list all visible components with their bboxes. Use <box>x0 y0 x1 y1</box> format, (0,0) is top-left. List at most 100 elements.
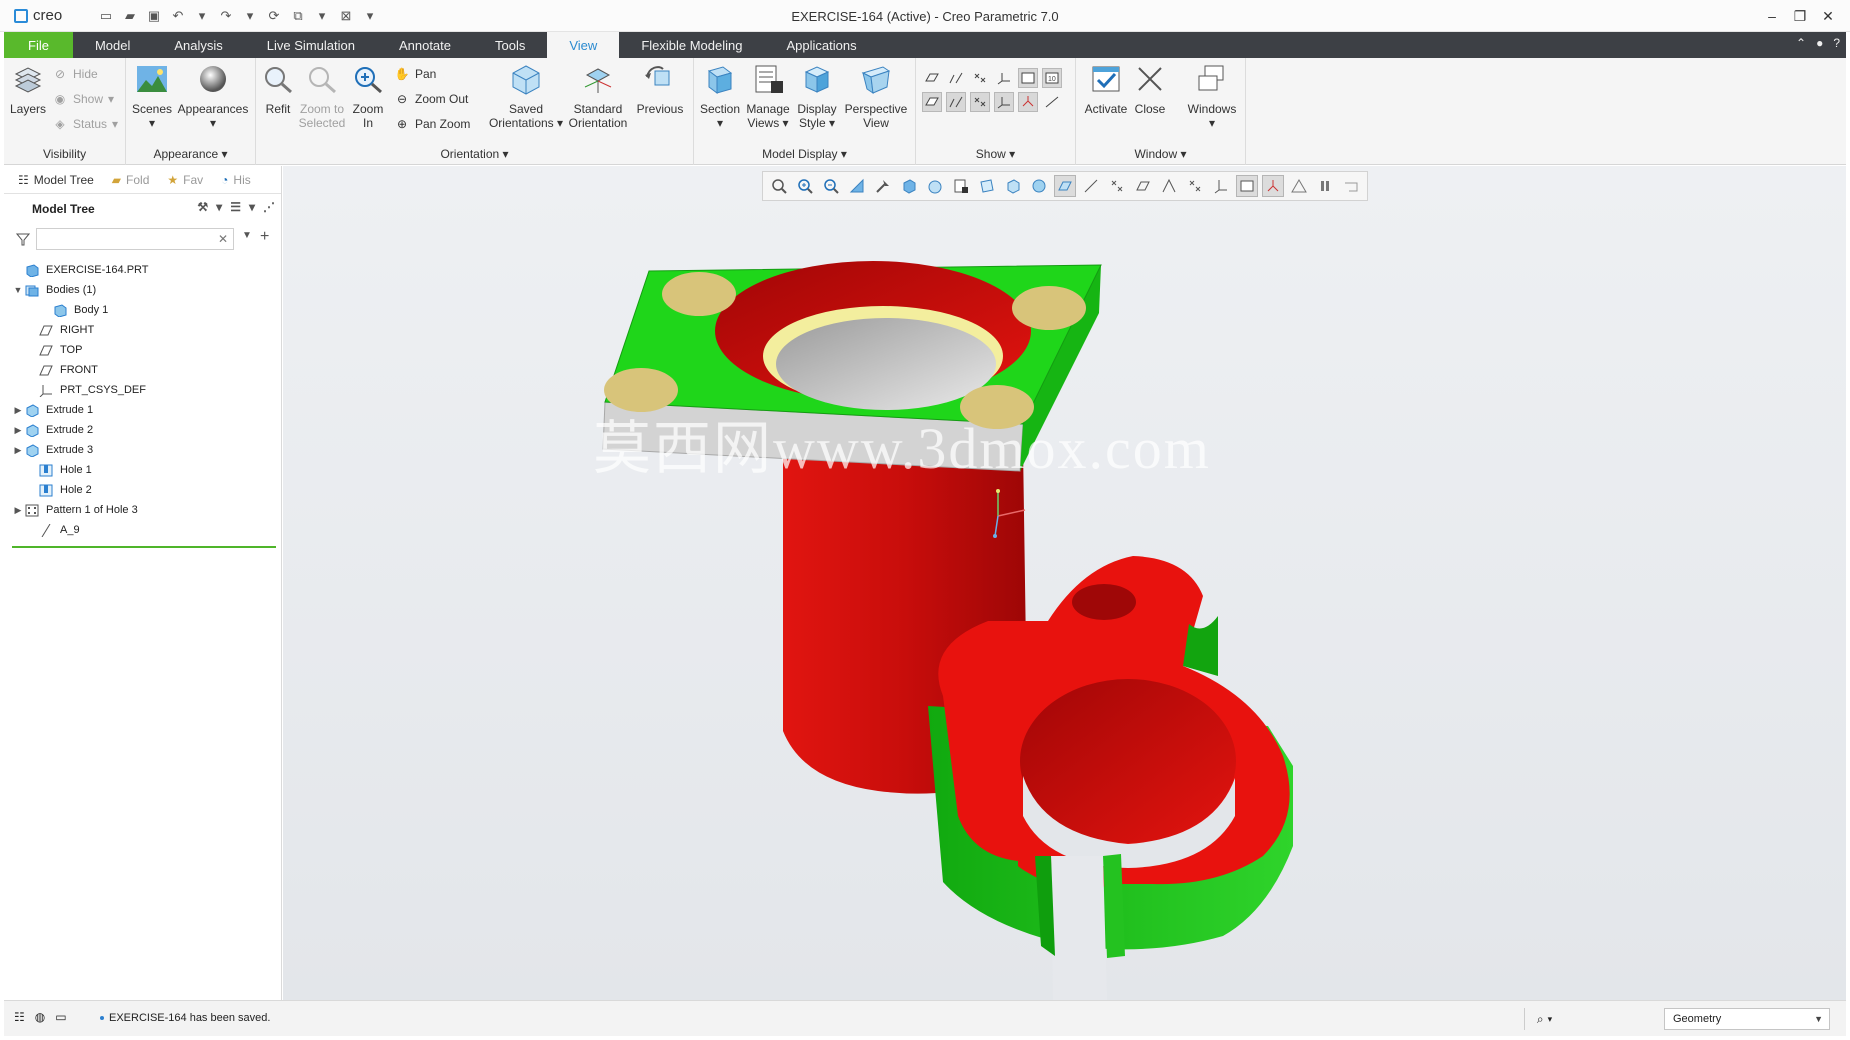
show-options-icon[interactable]: ☰ <box>230 200 241 214</box>
minimize-icon[interactable]: – <box>1758 4 1786 28</box>
expand-arrow-icon[interactable]: ▶ <box>12 505 24 516</box>
csys-display-icon[interactable] <box>994 68 1014 88</box>
tab-tools[interactable]: Tools <box>473 32 547 58</box>
selection-filter-dropdown[interactable]: Geometry ▼ <box>1664 1008 1830 1030</box>
settings-dropdown-icon[interactable]: ▾ <box>216 200 222 214</box>
plane-tag-icon[interactable] <box>922 92 942 112</box>
tree-item[interactable]: Hole 2 <box>4 480 281 500</box>
tab-applications[interactable]: Applications <box>764 32 878 58</box>
tree-item[interactable]: ▼ Bodies (1) <box>4 280 281 300</box>
refit-button[interactable]: Refit <box>260 62 296 116</box>
pan-zoom-icon: ⊕ <box>396 117 408 131</box>
toggle-browser-icon[interactable]: ◍ <box>35 1010 45 1024</box>
previous-button[interactable]: Previous <box>632 62 688 116</box>
standard-orientation-button[interactable]: Standard Orientation <box>566 62 630 130</box>
point-display-icon[interactable] <box>970 68 990 88</box>
scenes-button[interactable]: Scenes ▾ <box>132 62 172 130</box>
show-button[interactable]: ◉ Show ▾ <box>52 89 114 109</box>
appearances-button[interactable]: Appearances ▾ <box>176 62 250 130</box>
sketch-display-icon[interactable] <box>1042 92 1062 112</box>
tree-item[interactable]: RIGHT <box>4 320 281 340</box>
tree-item[interactable]: PRT_CSYS_DEF <box>4 380 281 400</box>
pan-zoom-button[interactable]: ⊕ Pan Zoom <box>394 114 470 134</box>
graphics-window[interactable]: 莫西网www.3dmox.com <box>283 166 1846 1000</box>
tab-file[interactable]: File <box>4 32 73 58</box>
spin-center-display-icon[interactable] <box>1018 92 1038 112</box>
add-column-icon[interactable]: + <box>260 228 269 246</box>
minimize-ribbon-icon[interactable]: ⌃ <box>1796 36 1806 50</box>
hide-button[interactable]: ⊘ Hide <box>52 64 98 84</box>
status-button[interactable]: ◈ Status ▾ <box>52 114 118 134</box>
tab-model-tree[interactable]: ☷ Model Tree <box>12 168 100 191</box>
tab-annotate[interactable]: Annotate <box>377 32 473 58</box>
find-button[interactable]: ⌕ ▾ <box>1524 1008 1564 1030</box>
pan-button[interactable]: ✋ Pan <box>394 64 437 84</box>
show-options-dropdown-icon[interactable]: ▾ <box>249 200 255 214</box>
settings-icon[interactable]: ⚒ <box>197 200 208 214</box>
history-icon: ◔ <box>221 172 229 187</box>
activate-button[interactable]: Activate <box>1082 62 1130 116</box>
extrude-icon <box>24 403 40 417</box>
tree-search-input[interactable] <box>36 228 234 250</box>
expand-arrow-icon[interactable]: ▶ <box>12 445 24 456</box>
tab-model[interactable]: Model <box>73 32 152 58</box>
tree-item[interactable]: FRONT <box>4 360 281 380</box>
tab-favorites[interactable]: ★ Fav <box>161 169 209 191</box>
point-tag-icon[interactable] <box>970 92 990 112</box>
layers-button[interactable]: Layers <box>8 62 48 116</box>
tab-view[interactable]: View <box>547 32 620 58</box>
tab-flexible-modeling[interactable]: Flexible Modeling <box>619 32 764 58</box>
tab-history[interactable]: ◔ His <box>215 169 257 191</box>
show-group-label[interactable]: Show ▾ <box>916 147 1075 161</box>
filter-dropdown-icon[interactable]: ▼ <box>242 230 252 241</box>
tab-folder-browser[interactable]: ▰ Fold <box>106 169 156 191</box>
tree-item[interactable]: ▶ Extrude 2 <box>4 420 281 440</box>
full-screen-icon[interactable]: ▭ <box>55 1010 66 1024</box>
display-style-button[interactable]: Display Style ▾ <box>794 62 840 130</box>
tree-item[interactable]: ▶ Pattern 1 of Hole 3 <box>4 500 281 520</box>
tab-analysis[interactable]: Analysis <box>152 32 244 58</box>
tree-item[interactable]: ▶ Extrude 3 <box>4 440 281 460</box>
axis-display-icon[interactable] <box>946 68 966 88</box>
manage-views-button[interactable]: Manage Views ▾ <box>744 62 792 130</box>
perspective-view-button[interactable]: Perspective View <box>842 62 910 130</box>
detach-tree-icon[interactable]: ⋰ <box>263 200 275 214</box>
navigator-tabs: ☷ Model Tree ▰ Fold ★ Fav ◔ His <box>4 166 281 194</box>
csys-tag-icon[interactable] <box>994 92 1014 112</box>
clear-search-icon[interactable]: ✕ <box>218 232 228 246</box>
annotation-display-icon[interactable]: 10 <box>1042 68 1062 88</box>
part-icon <box>24 263 40 277</box>
window-group-label[interactable]: Window ▾ <box>1076 147 1245 161</box>
expand-arrow-icon[interactable]: ▶ <box>12 425 24 436</box>
tree-item[interactable]: EXERCISE-164.PRT <box>4 260 281 280</box>
maximize-icon[interactable]: ❐ <box>1786 4 1814 28</box>
help-icon[interactable]: ? <box>1833 36 1840 50</box>
tree-item[interactable]: A_9 <box>4 520 281 540</box>
spin-center-icon[interactable] <box>1018 68 1038 88</box>
collapse-arrow-icon[interactable]: ▼ <box>12 285 24 295</box>
plane-display-icon[interactable] <box>922 68 942 88</box>
zoom-to-selected-button[interactable]: Zoom to Selected <box>296 62 348 130</box>
axis-tag-icon[interactable] <box>946 92 966 112</box>
tree-item[interactable]: Body 1 <box>4 300 281 320</box>
section-button[interactable]: Section ▾ <box>698 62 742 130</box>
saved-orientations-button[interactable]: Saved Orientations ▾ <box>488 62 564 130</box>
user-icon[interactable]: ● <box>1816 36 1823 50</box>
toggle-navigator-icon[interactable]: ☷ <box>14 1010 25 1024</box>
windows-button[interactable]: Windows ▾ <box>1184 62 1240 130</box>
model-display-group-label[interactable]: Model Display ▾ <box>694 147 915 161</box>
filter-icon[interactable] <box>15 232 31 249</box>
part-model-3d[interactable] <box>283 166 1846 1000</box>
zoom-in-button[interactable]: Zoom In <box>350 62 386 130</box>
tree-item[interactable]: ▶ Extrude 1 <box>4 400 281 420</box>
zoom-out-button[interactable]: ⊖ Zoom Out <box>394 89 468 109</box>
close-icon[interactable]: ✕ <box>1814 4 1842 28</box>
tree-item[interactable]: TOP <box>4 340 281 360</box>
close-window-button[interactable]: Close <box>1130 62 1170 116</box>
orientation-group-label[interactable]: Orientation ▾ <box>256 147 693 161</box>
tree-item[interactable]: Hole 1 <box>4 460 281 480</box>
expand-arrow-icon[interactable]: ▶ <box>12 405 24 416</box>
model-display-group: Section ▾ Manage Views ▾ Display Style ▾… <box>694 58 916 165</box>
appearance-group-label[interactable]: Appearance ▾ <box>126 147 255 161</box>
tab-live-simulation[interactable]: Live Simulation <box>245 32 377 58</box>
